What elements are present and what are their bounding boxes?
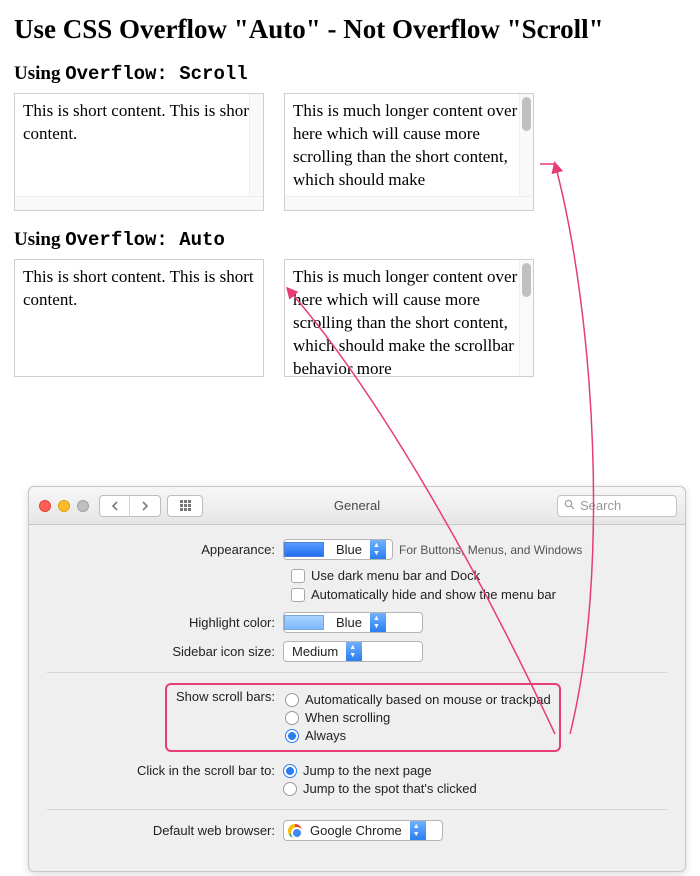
section-prefix: Using	[14, 63, 65, 84]
radio-auto[interactable]	[285, 693, 299, 707]
row-highlight: Highlight color: Blue ▲▼	[47, 612, 667, 633]
section-overflow-auto: Using Overflow: Auto	[14, 229, 686, 251]
stepper-icon: ▲▼	[346, 642, 362, 661]
short-line1: This is short content.	[23, 267, 166, 286]
chrome-icon	[288, 824, 302, 838]
appearance-select[interactable]: Blue ▲▼	[283, 539, 393, 560]
swatch-highlight-icon	[284, 615, 324, 630]
row-dark-menu: Use dark menu bar and Dock	[291, 568, 667, 583]
radio-row-whenscrolling: When scrolling	[285, 710, 551, 725]
sidebar-value: Medium	[284, 644, 346, 659]
window-controls	[39, 500, 89, 512]
highlight-callout: Automatically based on mouse or trackpad…	[165, 683, 561, 752]
radio-row-spot: Jump to the spot that's clicked	[283, 781, 667, 796]
titlebar: General Search	[29, 487, 685, 525]
appearance-value: Blue	[328, 542, 370, 557]
scrollbar-vertical-active[interactable]	[519, 260, 533, 376]
scrollbar-thumb[interactable]	[522, 97, 531, 131]
back-forward-segment	[99, 495, 161, 517]
radio-row-nextpage: Jump to the next page	[283, 763, 667, 778]
radio-next-page[interactable]	[283, 764, 297, 778]
demo-box-auto-long: This is much longer content over here wh…	[284, 259, 534, 377]
highlight-value: Blue	[328, 615, 370, 630]
label-radio-always: Always	[305, 728, 346, 743]
radio-row-always: Always	[285, 728, 551, 743]
label-browser: Default web browser:	[47, 823, 283, 838]
prefs-window-general: General Search Appearance: Blue ▲▼ For B…	[28, 486, 686, 872]
page-title: Use CSS Overflow "Auto" - Not Overflow "…	[14, 14, 686, 45]
radio-when-scrolling[interactable]	[285, 711, 299, 725]
zoom-icon[interactable]	[77, 500, 89, 512]
label-sidebar: Sidebar icon size:	[47, 644, 283, 659]
search-icon	[564, 499, 575, 513]
stepper-icon: ▲▼	[370, 613, 386, 632]
scrollbar-horizontal-inactive[interactable]	[285, 196, 533, 210]
row-scrollbars: Show scroll bars: Automatically based on…	[47, 683, 667, 752]
checkbox-auto-hide[interactable]	[291, 588, 305, 602]
highlight-select[interactable]: Blue ▲▼	[283, 612, 423, 633]
search-input[interactable]: Search	[557, 495, 677, 517]
stepper-icon: ▲▼	[370, 540, 386, 559]
label-click-sb: Click in the scroll bar to:	[47, 760, 283, 778]
scrollbar-vertical-active[interactable]	[519, 94, 533, 196]
long-content: This is much longer content over here wh…	[293, 267, 517, 378]
label-appearance: Appearance:	[47, 542, 283, 557]
scrollbar-vertical-inactive[interactable]	[249, 94, 263, 196]
chevron-left-icon	[111, 501, 119, 511]
chevron-right-icon	[141, 501, 149, 511]
section-mono: Overflow: Scroll	[65, 63, 247, 85]
radio-row-auto: Automatically based on mouse or trackpad	[285, 692, 551, 707]
demo-box-scroll-short: This is short content. This is short con…	[14, 93, 264, 211]
close-icon[interactable]	[39, 500, 51, 512]
checkbox-dark-menu[interactable]	[291, 569, 305, 583]
label-radio-next: Jump to the next page	[303, 763, 432, 778]
scrollbar-horizontal-inactive[interactable]	[15, 196, 263, 210]
search-placeholder: Search	[580, 498, 621, 513]
label-radio-auto: Automatically based on mouse or trackpad	[305, 692, 551, 707]
section-overflow-scroll: Using Overflow: Scroll	[14, 63, 686, 85]
row-auto-hide: Automatically hide and show the menu bar	[291, 587, 667, 602]
appearance-help: For Buttons, Menus, and Windows	[399, 543, 582, 557]
sidebar-select[interactable]: Medium ▲▼	[283, 641, 423, 662]
label-auto-hide: Automatically hide and show the menu bar	[311, 587, 556, 602]
forward-button[interactable]	[130, 496, 160, 516]
show-all-button[interactable]	[167, 495, 203, 517]
demo-box-scroll-long: This is much longer content over here wh…	[284, 93, 534, 211]
browser-value: Google Chrome	[302, 823, 410, 838]
label-radio-when: When scrolling	[305, 710, 390, 725]
radio-spot[interactable]	[283, 782, 297, 796]
swatch-blue-icon	[284, 542, 324, 557]
scrollbar-thumb[interactable]	[522, 263, 531, 297]
divider	[47, 809, 667, 810]
stepper-icon: ▲▼	[410, 821, 426, 840]
long-content: This is much longer content over here wh…	[293, 101, 517, 189]
section-prefix: Using	[14, 229, 65, 250]
prefs-body: Appearance: Blue ▲▼ For Buttons, Menus, …	[29, 525, 685, 859]
label-radio-spot: Jump to the spot that's clicked	[303, 781, 477, 796]
demo-row-scroll: This is short content. This is short con…	[14, 93, 686, 211]
browser-select[interactable]: Google Chrome ▲▼	[283, 820, 443, 841]
row-appearance: Appearance: Blue ▲▼ For Buttons, Menus, …	[47, 539, 667, 560]
demo-box-auto-short: This is short content. This is short con…	[14, 259, 264, 377]
section-mono: Overflow: Auto	[65, 229, 225, 251]
label-dark-menu: Use dark menu bar and Dock	[311, 568, 480, 583]
divider	[47, 672, 667, 673]
minimize-icon[interactable]	[58, 500, 70, 512]
demo-row-auto: This is short content. This is short con…	[14, 259, 686, 377]
grid-icon	[180, 500, 191, 511]
short-line1: This is short content.	[23, 101, 166, 120]
label-highlight: Highlight color:	[47, 615, 283, 630]
back-button[interactable]	[100, 496, 130, 516]
row-sidebar: Sidebar icon size: Medium ▲▼	[47, 641, 667, 662]
radio-always[interactable]	[285, 729, 299, 743]
row-click-sb: Click in the scroll bar to: Jump to the …	[47, 760, 667, 799]
row-browser: Default web browser: Google Chrome ▲▼	[47, 820, 667, 841]
